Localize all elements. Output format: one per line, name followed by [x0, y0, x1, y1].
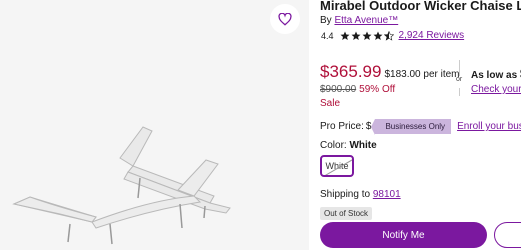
star-icon — [340, 31, 350, 40]
product-info: Mirabel Outdoor Wicker Chaise Lounge By … — [320, 0, 521, 250]
star-rating — [340, 30, 394, 41]
favorite-button[interactable] — [270, 4, 300, 34]
per-item-price: $183.00 per item — [384, 69, 460, 80]
zip-code-link[interactable]: 98101 — [373, 189, 401, 200]
stock-status-badge: Out of Stock — [320, 207, 373, 220]
product-image — [12, 126, 231, 245]
product-title: Mirabel Outdoor Wicker Chaise Lounge — [320, 0, 521, 13]
financing-label: As low as $2 — [471, 66, 521, 81]
pro-price-row: Pro Price: $ Businesses Only Enroll your… — [320, 119, 521, 135]
reviews-link[interactable]: 2,924 Reviews — [399, 30, 465, 41]
heart-icon — [278, 12, 292, 26]
selected-color: White — [349, 140, 377, 151]
swatch-label: White — [325, 161, 349, 171]
color-label: Color: — [320, 140, 347, 151]
half-star-icon — [383, 30, 394, 41]
pro-price-label: Pro Price: — [320, 121, 364, 132]
star-icon — [373, 31, 383, 40]
brand-line: By Etta Avenue™ — [320, 15, 398, 26]
brand-link[interactable]: Etta Avenue™ — [334, 15, 398, 26]
rating-row: 4.4 2,924 Reviews — [321, 30, 464, 41]
sale-price: $365.99 — [320, 62, 382, 81]
rating-value: 4.4 — [321, 30, 334, 41]
color-row: Color: White — [320, 140, 377, 151]
price-row: $365.99 $183.00 per item — [320, 62, 460, 82]
divider — [459, 88, 460, 96]
product-image-panel[interactable] — [0, 0, 309, 250]
original-price-row: $900.00 59% Off — [320, 84, 395, 95]
by-prefix: By — [320, 15, 332, 26]
star-icon — [362, 31, 372, 40]
divider — [459, 60, 460, 76]
enroll-business-link[interactable]: Enroll your business — [457, 121, 521, 132]
sale-label: Sale — [320, 98, 341, 109]
notify-me-button[interactable]: Notify Me — [320, 222, 487, 248]
shipping-prefix: Shipping to — [320, 189, 371, 200]
star-icon — [351, 31, 361, 40]
or-label: or — [456, 76, 463, 83]
check-financing-link[interactable]: Check your b — [471, 84, 521, 95]
original-price: $900.00 — [320, 84, 357, 95]
color-swatch-white[interactable]: White — [320, 155, 354, 177]
shipping-row: Shipping to 98101 — [320, 189, 401, 200]
discount-percent: 59% Off — [359, 84, 396, 95]
secondary-action-button[interactable] — [494, 222, 521, 248]
as-low-as-text: As low as — [471, 70, 518, 81]
businesses-only-badge: Businesses Only — [371, 119, 452, 135]
